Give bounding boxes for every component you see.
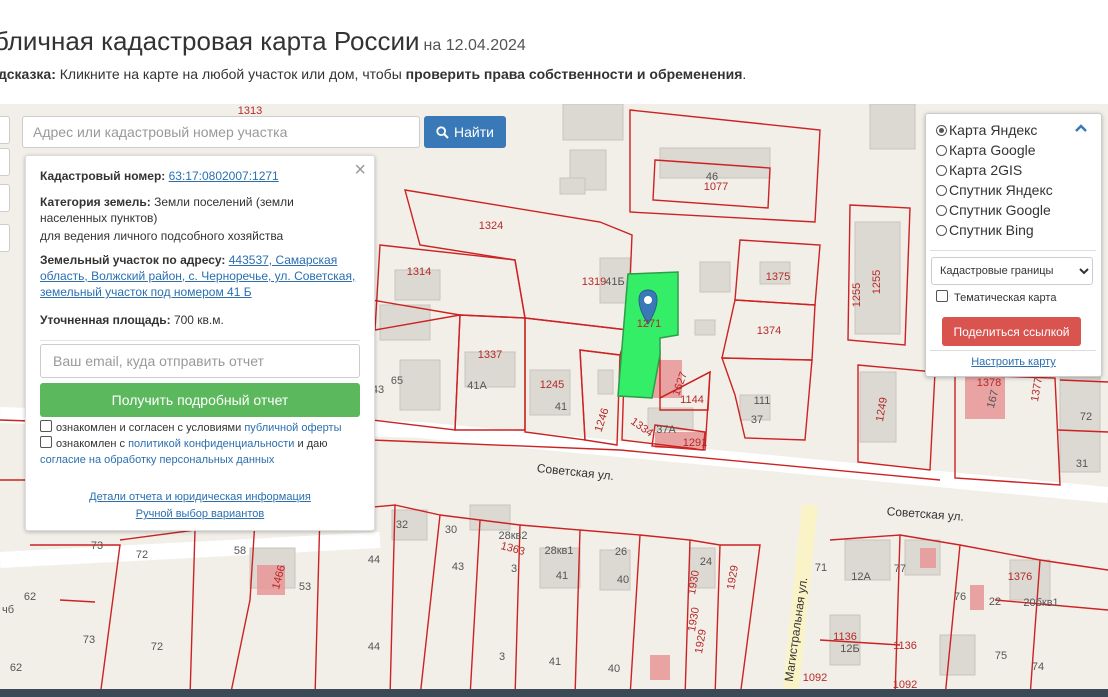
land-category-row: Категория земель: Земли поселений (земли… <box>40 194 360 226</box>
email-field[interactable] <box>40 344 360 378</box>
hint-end: . <box>742 66 747 82</box>
layer-option-label: Карта Google <box>949 142 1036 158</box>
search-input[interactable] <box>22 116 420 148</box>
radio-yandex-satellite[interactable] <box>936 185 947 196</box>
configure-map-link[interactable]: Настроить карту <box>926 356 1101 368</box>
radio-google-map[interactable] <box>936 145 947 156</box>
layers-divider-bottom <box>930 350 1096 351</box>
layer-option-label: Карта Яндекс <box>949 122 1038 138</box>
layer-option-label: Спутник Bing <box>949 222 1034 238</box>
offer-consent-text: ознакомлен и согласен с условиями <box>56 422 245 434</box>
map-layers-panel: Карта Яндекс Карта Google Карта 2GIS Спу… <box>925 113 1102 377</box>
hint-label: дсказка: <box>0 66 56 82</box>
layers-divider <box>930 250 1096 251</box>
report-details-link[interactable]: Детали отчета и юридическая информация <box>26 491 374 503</box>
address-label: Земельный участок по адресу: <box>40 253 226 267</box>
area-value: 700 кв.м. <box>173 313 224 327</box>
offer-consent-checkbox[interactable] <box>40 420 52 432</box>
overlay-select[interactable]: Кадастровые границы <box>931 257 1093 285</box>
area-label: Уточненная площадь: <box>40 313 171 327</box>
bottom-bar <box>0 689 1108 697</box>
cadastral-number-link[interactable]: 63:17:0802007:1271 <box>169 169 279 183</box>
hint-text: Кликните на карте на любой участок или д… <box>55 66 406 82</box>
get-report-button[interactable]: Получить подробный отчет <box>40 383 360 417</box>
page-title: бличная кадастровая карта России на 12.04… <box>0 26 526 57</box>
search-button[interactable]: Найти <box>424 116 506 148</box>
zoom-out-button[interactable] <box>0 148 10 176</box>
chevron-up-icon[interactable] <box>1074 123 1088 133</box>
fullscreen-button[interactable] <box>0 184 10 212</box>
hint-line: дсказка: Кликните на карте на любой учас… <box>0 66 746 82</box>
hint-bold: проверить права собственности и обремене… <box>405 66 743 82</box>
radio-bing-satellite[interactable] <box>936 225 947 236</box>
radio-yandex-map[interactable] <box>936 125 947 136</box>
radio-google-satellite[interactable] <box>936 205 947 216</box>
land-use-value: для ведения личного подсобного хозяйства <box>40 229 284 243</box>
offer-consent-row: ознакомлен и согласен с условиями публич… <box>40 420 360 436</box>
radio-2gis-map[interactable] <box>936 165 947 176</box>
layer-toggle-button[interactable] <box>0 224 10 252</box>
share-link-button[interactable]: Поделиться ссылкой <box>942 317 1081 346</box>
thematic-map-row[interactable]: Тематическая карта <box>936 290 1056 304</box>
map-date: на 12.04.2024 <box>423 37 526 54</box>
layer-option-label: Спутник Яндекс <box>949 182 1053 198</box>
area-row: Уточненная площадь: 700 кв.м. <box>40 312 360 328</box>
offer-link[interactable]: публичной оферты <box>244 422 341 434</box>
page-header: бличная кадастровая карта России на 12.04… <box>0 0 1108 104</box>
layer-option-2gis-map[interactable]: Карта 2GIS <box>936 160 1022 180</box>
thematic-map-label: Тематическая карта <box>954 292 1057 304</box>
layer-option-label: Карта 2GIS <box>949 162 1023 178</box>
address-row: Земельный участок по адресу: 443537, Сам… <box>40 252 360 300</box>
layer-option-bing-satellite[interactable]: Спутник Bing <box>936 220 1034 240</box>
search-icon <box>436 125 449 139</box>
privacy-consent-mid: и даю <box>294 438 328 450</box>
land-category-label: Категория земель: <box>40 195 151 209</box>
parcel-info-panel: × Кадастровый номер: 63:17:0802007:1271 … <box>25 155 375 531</box>
layer-option-yandex-map[interactable]: Карта Яндекс <box>936 120 1037 140</box>
manual-selection-link[interactable]: Ручной выбор вариантов <box>26 508 374 520</box>
cadastral-number-row: Кадастровый номер: 63:17:0802007:1271 <box>40 168 360 184</box>
info-divider <box>40 340 360 341</box>
privacy-consent-text: ознакомлен с <box>56 438 129 450</box>
layer-option-label: Спутник Google <box>949 202 1051 218</box>
cadastral-number-label: Кадастровый номер: <box>40 169 166 183</box>
layer-option-yandex-satellite[interactable]: Спутник Яндекс <box>936 180 1053 200</box>
page-title-text: бличная кадастровая карта России <box>0 26 420 56</box>
thematic-map-checkbox[interactable] <box>936 290 948 302</box>
layer-option-google-map[interactable]: Карта Google <box>936 140 1036 160</box>
privacy-consent-row: ознакомлен с политикой конфиденциальност… <box>40 436 360 468</box>
data-processing-link[interactable]: согласие на обработку персональных данны… <box>40 454 274 466</box>
search-button-label: Найти <box>454 124 494 140</box>
zoom-in-button[interactable] <box>0 116 10 144</box>
layer-option-google-satellite[interactable]: Спутник Google <box>936 200 1051 220</box>
privacy-consent-checkbox[interactable] <box>40 436 52 448</box>
privacy-policy-link[interactable]: политикой конфиденциальности <box>128 438 294 450</box>
